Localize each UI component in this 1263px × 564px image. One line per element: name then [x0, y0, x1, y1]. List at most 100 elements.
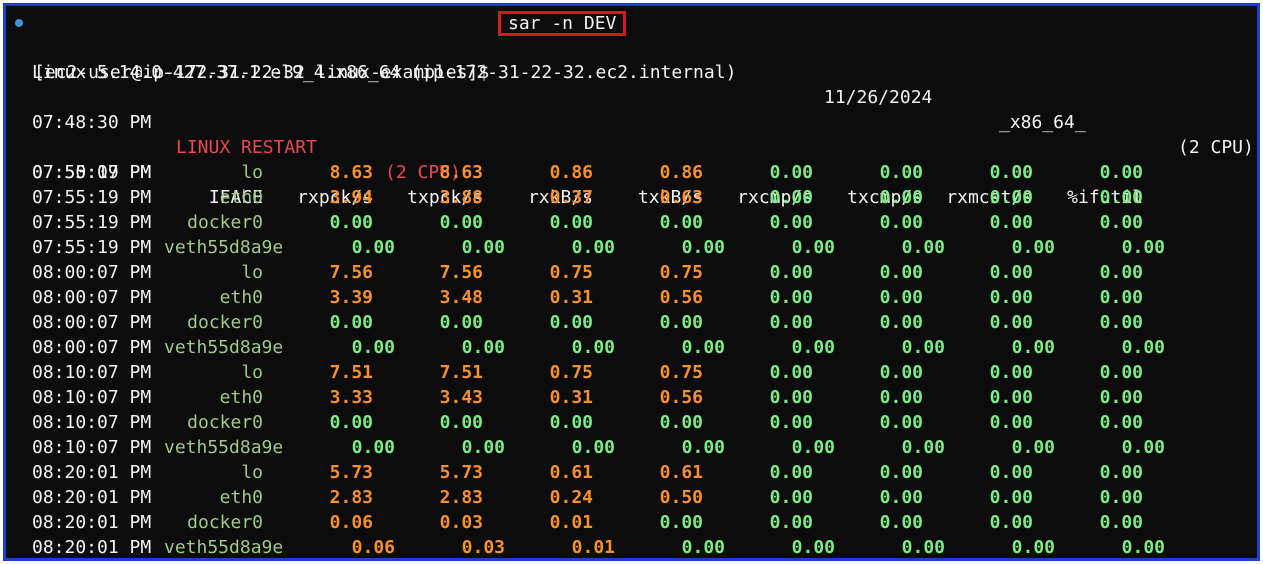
cell-rxmcst: 0.00 — [989, 312, 1033, 333]
cell-rxcmp: 0.00 — [769, 287, 813, 308]
cell-ifutil: 0.00 — [1099, 312, 1143, 333]
row-time: 08:00:07 PM — [32, 312, 152, 333]
cell-ifutil: 0.00 — [1099, 412, 1143, 433]
cell-txcmp: 0.00 — [879, 412, 923, 433]
cell-txkb: 0.00 — [681, 337, 725, 358]
row-iface: veth55d8a9e — [164, 237, 284, 258]
terminal-window: [ec2-user@ip-172-31-22-32 linux-examples… — [3, 3, 1260, 561]
cell-ifutil: 0.00 — [1099, 462, 1143, 483]
terminal-output[interactable]: [ec2-user@ip-172-31-22-32 linux-examples… — [6, 6, 1257, 558]
row-time: 07:55:19 PM — [32, 187, 152, 208]
cell-rxpck: 0.00 — [351, 237, 395, 258]
row-time: 08:10:07 PM — [32, 412, 152, 433]
cell-txcmp: 0.00 — [879, 387, 923, 408]
cell-ifutil: 0.00 — [1121, 537, 1165, 558]
row-iface: veth55d8a9e — [164, 537, 284, 558]
row-iface: docker0 — [187, 212, 263, 233]
cell-txkb: 0.75 — [659, 262, 703, 283]
row-time: 08:10:07 PM — [32, 362, 152, 383]
cell-rxkb: 0.00 — [571, 237, 615, 258]
cell-rxcmp: 0.00 — [769, 412, 813, 433]
cell-ifutil: 0.00 — [1099, 487, 1143, 508]
cell-txcmp: 0.00 — [879, 187, 923, 208]
cell-txkb: 0.00 — [659, 412, 703, 433]
row-time: 08:20:01 PM — [32, 487, 152, 508]
cell-txkb: 0.00 — [659, 212, 703, 233]
cell-rxcmp: 0.00 — [769, 512, 813, 533]
cell-txcmp: 0.00 — [879, 362, 923, 383]
cell-txpck: 0.03 — [439, 512, 483, 533]
table-row: 08:10:07 PM lo 7.51 7.51 0.75 0.75 0.00 0.00 0.0… — [6, 360, 1257, 385]
table-row: 08:00:07 PM veth55d8a9e 0.00 0.00 0.00 0.00 0.… — [6, 335, 1257, 360]
cell-rxkb: 0.75 — [549, 262, 593, 283]
cell-txcmp: 0.00 — [879, 162, 923, 183]
cell-rxkb: 0.01 — [549, 512, 593, 533]
cell-rxmcst: 0.00 — [1011, 337, 1055, 358]
table-row: 07:55:19 PM lo 8.63 8.63 0.86 0.86 0.00 0.00 0.0… — [6, 160, 1257, 185]
cell-rxmcst: 0.00 — [989, 462, 1033, 483]
cell-txpck: 2.83 — [439, 487, 483, 508]
cell-txcmp: 0.00 — [879, 312, 923, 333]
row-time: 07:55:19 PM — [32, 212, 152, 233]
cell-txcmp: 0.00 — [879, 212, 923, 233]
cell-txkb: 0.00 — [659, 512, 703, 533]
cell-rxmcst: 0.00 — [989, 487, 1033, 508]
cell-rxpck: 0.00 — [329, 212, 373, 233]
cell-rxpck: 5.73 — [329, 462, 373, 483]
cell-rxcmp: 0.00 — [769, 487, 813, 508]
architecture: _x86_64_ — [999, 112, 1086, 133]
cell-rxcmp: 0.00 — [791, 337, 835, 358]
cell-rxkb: 0.31 — [549, 287, 593, 308]
cell-rxmcst: 0.00 — [1011, 537, 1055, 558]
cell-rxpck: 7.56 — [329, 262, 373, 283]
table-row: 08:00:07 PM lo 7.56 7.56 0.75 0.75 0.00 0.00 0.0… — [6, 260, 1257, 285]
cell-rxkb: 0.31 — [549, 387, 593, 408]
cell-rxpck: 8.63 — [329, 162, 373, 183]
cell-rxkb: 0.00 — [549, 412, 593, 433]
cell-txpck: 3.48 — [439, 287, 483, 308]
row-time: 08:00:07 PM — [32, 262, 152, 283]
cell-rxpck: 3.33 — [329, 387, 373, 408]
cell-rxcmp: 0.00 — [791, 537, 835, 558]
table-row: 08:20:01 PM lo 5.73 5.73 0.61 0.61 0.00 0.00 0.0… — [6, 460, 1257, 485]
cell-txpck: 0.00 — [439, 412, 483, 433]
cell-txcmp: 0.00 — [879, 487, 923, 508]
cell-rxpck: 7.51 — [329, 362, 373, 383]
row-time: 08:20:01 PM — [32, 537, 152, 558]
row-iface: lo — [241, 462, 263, 483]
cell-ifutil: 0.00 — [1099, 362, 1143, 383]
row-iface: docker0 — [187, 412, 263, 433]
cell-txcmp: 0.00 — [879, 287, 923, 308]
row-iface: eth0 — [219, 387, 263, 408]
cell-txpck: 3.43 — [439, 387, 483, 408]
cell-rxkb: 0.00 — [549, 212, 593, 233]
cell-txkb: 0.61 — [659, 462, 703, 483]
cell-rxkb: 0.24 — [549, 487, 593, 508]
cell-rxkb: 0.61 — [549, 462, 593, 483]
cell-rxcmp: 0.00 — [769, 212, 813, 233]
cell-txpck: 0.00 — [439, 212, 483, 233]
cell-rxpck: 0.06 — [329, 512, 373, 533]
cell-txpck: 0.00 — [439, 312, 483, 333]
cell-txcmp: 0.00 — [879, 512, 923, 533]
command-highlight: sar -n DEV — [498, 11, 626, 36]
row-iface: lo — [241, 362, 263, 383]
table-row: 07:55:19 PM docker0 0.00 0.00 0.00 0.00 0.00 0.… — [6, 210, 1257, 235]
restart-time: 07:48:30 PM — [32, 112, 152, 133]
row-time: 08:00:07 PM — [32, 337, 152, 358]
cell-txpck: 7.51 — [439, 362, 483, 383]
table-header: 07:50:07 PM IFACE rxpck/s txpck/s rxkB/s txk… — [6, 135, 1257, 208]
cell-txkb: 0.56 — [659, 287, 703, 308]
cell-txkb: 0.00 — [659, 312, 703, 333]
restart-line: 07:48:30 PM LINUX RESTART (2 CPU) — [6, 85, 461, 183]
cell-txpck: 5.73 — [439, 462, 483, 483]
row-time: 07:55:19 PM — [32, 237, 152, 258]
cell-ifutil: 0.00 — [1099, 162, 1143, 183]
prompt-line: [ec2-user@ip-172-31-22-32 linux-examples… — [6, 10, 626, 83]
cell-txkb: 0.00 — [681, 537, 725, 558]
cell-rxcmp: 0.00 — [791, 237, 835, 258]
row-iface: eth0 — [219, 487, 263, 508]
cell-rxmcst: 0.00 — [989, 262, 1033, 283]
cell-txcmp: 0.00 — [901, 337, 945, 358]
cell-rxmcst: 0.00 — [989, 512, 1033, 533]
